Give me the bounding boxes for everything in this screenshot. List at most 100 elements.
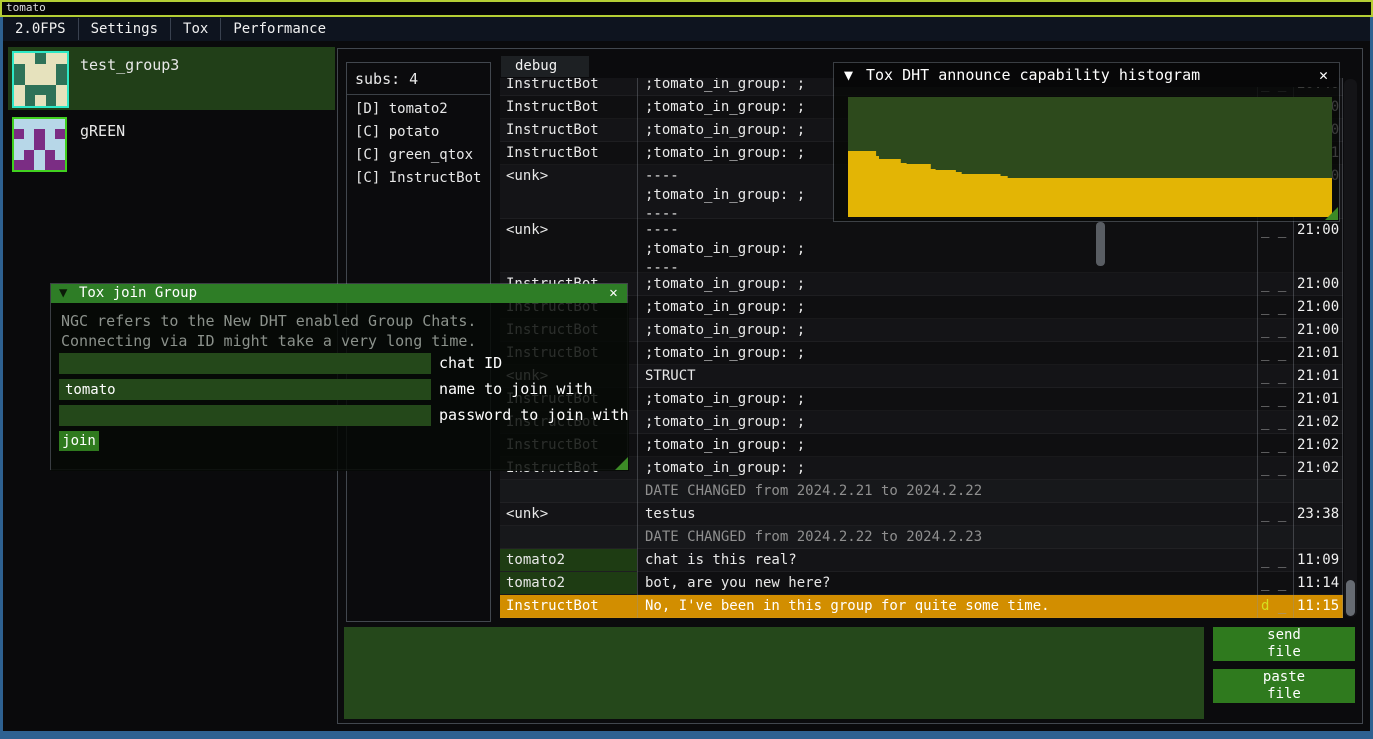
avatar-pixel — [55, 119, 65, 129]
sender-cell: InstructBot — [500, 595, 637, 617]
menu-item-tox[interactable]: Tox — [171, 17, 220, 41]
close-icon[interactable]: ✕ — [604, 284, 623, 303]
message-text: ;tomato_in_group: ; — [645, 457, 1249, 479]
subs-member[interactable]: [C] green_qtox — [347, 144, 490, 167]
timestamp: 21:01 — [1297, 390, 1342, 409]
avatar-pixel — [55, 160, 65, 170]
timestamp: 21:00 — [1297, 321, 1342, 340]
sender-cell: tomato2 — [500, 549, 637, 571]
menu-item-performance[interactable]: Performance — [221, 17, 338, 41]
tab-debug[interactable]: debug — [501, 56, 589, 77]
avatar-pixel — [45, 139, 55, 149]
chat-id-input[interactable] — [59, 353, 431, 374]
subs-list: [D] tomato2[C] potato[C] green_qtox[C] I… — [347, 98, 490, 190]
dialog-description-line: Connecting via ID might take a very long… — [61, 332, 476, 350]
subs-member[interactable]: [C] InstructBot — [347, 167, 490, 190]
message-input[interactable] — [344, 627, 1204, 719]
delivery-flags: _ _ — [1261, 413, 1291, 432]
histogram-plot[interactable] — [848, 97, 1332, 217]
avatar-pixel — [45, 150, 55, 160]
sender-cell: tomato2 — [500, 572, 637, 594]
chat-scrollbar-track[interactable] — [1344, 79, 1357, 617]
avatar-pixel — [35, 74, 46, 85]
divider — [347, 94, 490, 95]
delivery-flags: _ _ — [1261, 275, 1291, 294]
collapse-icon[interactable]: ▼ — [844, 63, 853, 87]
sender-cell: InstructBot — [500, 78, 637, 95]
timestamp: 21:00 — [1297, 298, 1342, 317]
resize-grip[interactable] — [615, 457, 628, 470]
join-dialog-titlebar[interactable]: ▼ Tox join Group ✕ — [51, 284, 627, 303]
delivery-flags: _ _ — [1261, 574, 1291, 593]
avatar-pixel — [45, 119, 55, 129]
group-name: test_group3 — [80, 56, 179, 74]
timestamp: 21:02 — [1297, 413, 1342, 432]
collapse-icon[interactable]: ▼ — [59, 284, 67, 303]
timestamp: 23:38 — [1297, 505, 1342, 524]
subs-member[interactable]: [D] tomato2 — [347, 98, 490, 121]
delivery-flags: _ _ — [1261, 459, 1291, 478]
send-file-button[interactable]: send file — [1213, 627, 1355, 661]
timestamp: 21:00 — [1297, 221, 1342, 240]
chat-scrollbar-handle[interactable] — [1346, 580, 1355, 616]
avatar-pixel — [14, 64, 25, 75]
join-name-input[interactable] — [59, 379, 431, 400]
subs-member[interactable]: [C] potato — [347, 121, 490, 144]
avatar-pixel — [14, 129, 24, 139]
avatar-pixel — [56, 53, 67, 64]
delivery-flags: _ _ — [1261, 321, 1291, 340]
group-item-test-group3[interactable]: test_group3 — [8, 47, 335, 110]
close-icon[interactable]: ✕ — [1314, 63, 1333, 87]
window-frame-bottom — [0, 731, 1373, 739]
avatar-pixel — [55, 139, 65, 149]
timestamp: 21:01 — [1297, 367, 1342, 386]
message-text: STRUCT — [645, 365, 1249, 387]
menu-item-settings[interactable]: Settings — [79, 17, 170, 41]
dialog-description-line: NGC refers to the New DHT enabled Group … — [61, 312, 476, 330]
avatar-pixel — [34, 129, 44, 139]
delivery-flags: _ _ — [1261, 298, 1291, 317]
avatar-pixel — [14, 119, 24, 129]
group-avatar — [12, 117, 67, 172]
date-separator-row[interactable]: DATE CHANGED from 2024.2.21 to 2024.2.22 — [500, 480, 1343, 503]
menu-item-2-0fps[interactable]: 2.0FPS — [3, 17, 78, 41]
avatar-pixel — [45, 129, 55, 139]
timestamp: 21:02 — [1297, 436, 1342, 455]
join-password-label: password to join with — [439, 405, 629, 426]
avatar-pixel — [35, 64, 46, 75]
avatar-pixel — [55, 129, 65, 139]
histogram-titlebar[interactable]: ▼ Tox DHT announce capability histogram … — [834, 63, 1339, 87]
delivery-flags: _ _ — [1261, 551, 1291, 570]
message-row[interactable]: <unk>testus_ _23:38 — [500, 503, 1343, 526]
histogram-bars — [848, 151, 1332, 217]
delivery-flags: d _ — [1261, 597, 1291, 616]
resize-grip[interactable] — [1325, 207, 1338, 220]
avatar-pixel — [35, 95, 46, 106]
message-row[interactable]: tomato2chat is this real?_ _11:09 — [500, 549, 1343, 572]
message-text: ;tomato_in_group: ; — [645, 411, 1249, 433]
window-titlebar: tomato — [0, 0, 1373, 17]
avatar-pixel — [34, 160, 44, 170]
message-row[interactable]: tomato2bot, are you new here?_ _11:14 — [500, 572, 1343, 595]
paste-file-button[interactable]: paste file — [1213, 669, 1355, 703]
avatar-pixel — [34, 119, 44, 129]
join-name-label: name to join with — [439, 379, 593, 400]
avatar-pixel — [24, 150, 34, 160]
avatar-pixel — [14, 85, 25, 96]
message-text: ;tomato_in_group: ; — [645, 388, 1249, 410]
message-scrollbar-handle[interactable] — [1096, 222, 1105, 266]
join-password-input[interactable] — [59, 405, 431, 426]
message-text: ;tomato_in_group: ; — [645, 296, 1249, 318]
avatar-pixel — [25, 64, 36, 75]
message-row[interactable]: InstructBotNo, I've been in this group f… — [500, 595, 1343, 618]
message-text: ;tomato_in_group: ; — [645, 342, 1249, 364]
window-title: tomato — [6, 1, 46, 14]
join-button[interactable]: join — [59, 431, 99, 451]
message-row[interactable]: <unk>---- ;tomato_in_group: ; ----_ _21:… — [500, 219, 1343, 273]
group-item-green[interactable]: gREEN — [8, 113, 335, 172]
date-separator-row[interactable]: DATE CHANGED from 2024.2.22 to 2024.2.23 — [500, 526, 1343, 549]
sender-cell: InstructBot — [500, 96, 637, 118]
avatar-pixel — [14, 139, 24, 149]
avatar-pixel — [25, 85, 36, 96]
avatar-pixel — [25, 53, 36, 64]
